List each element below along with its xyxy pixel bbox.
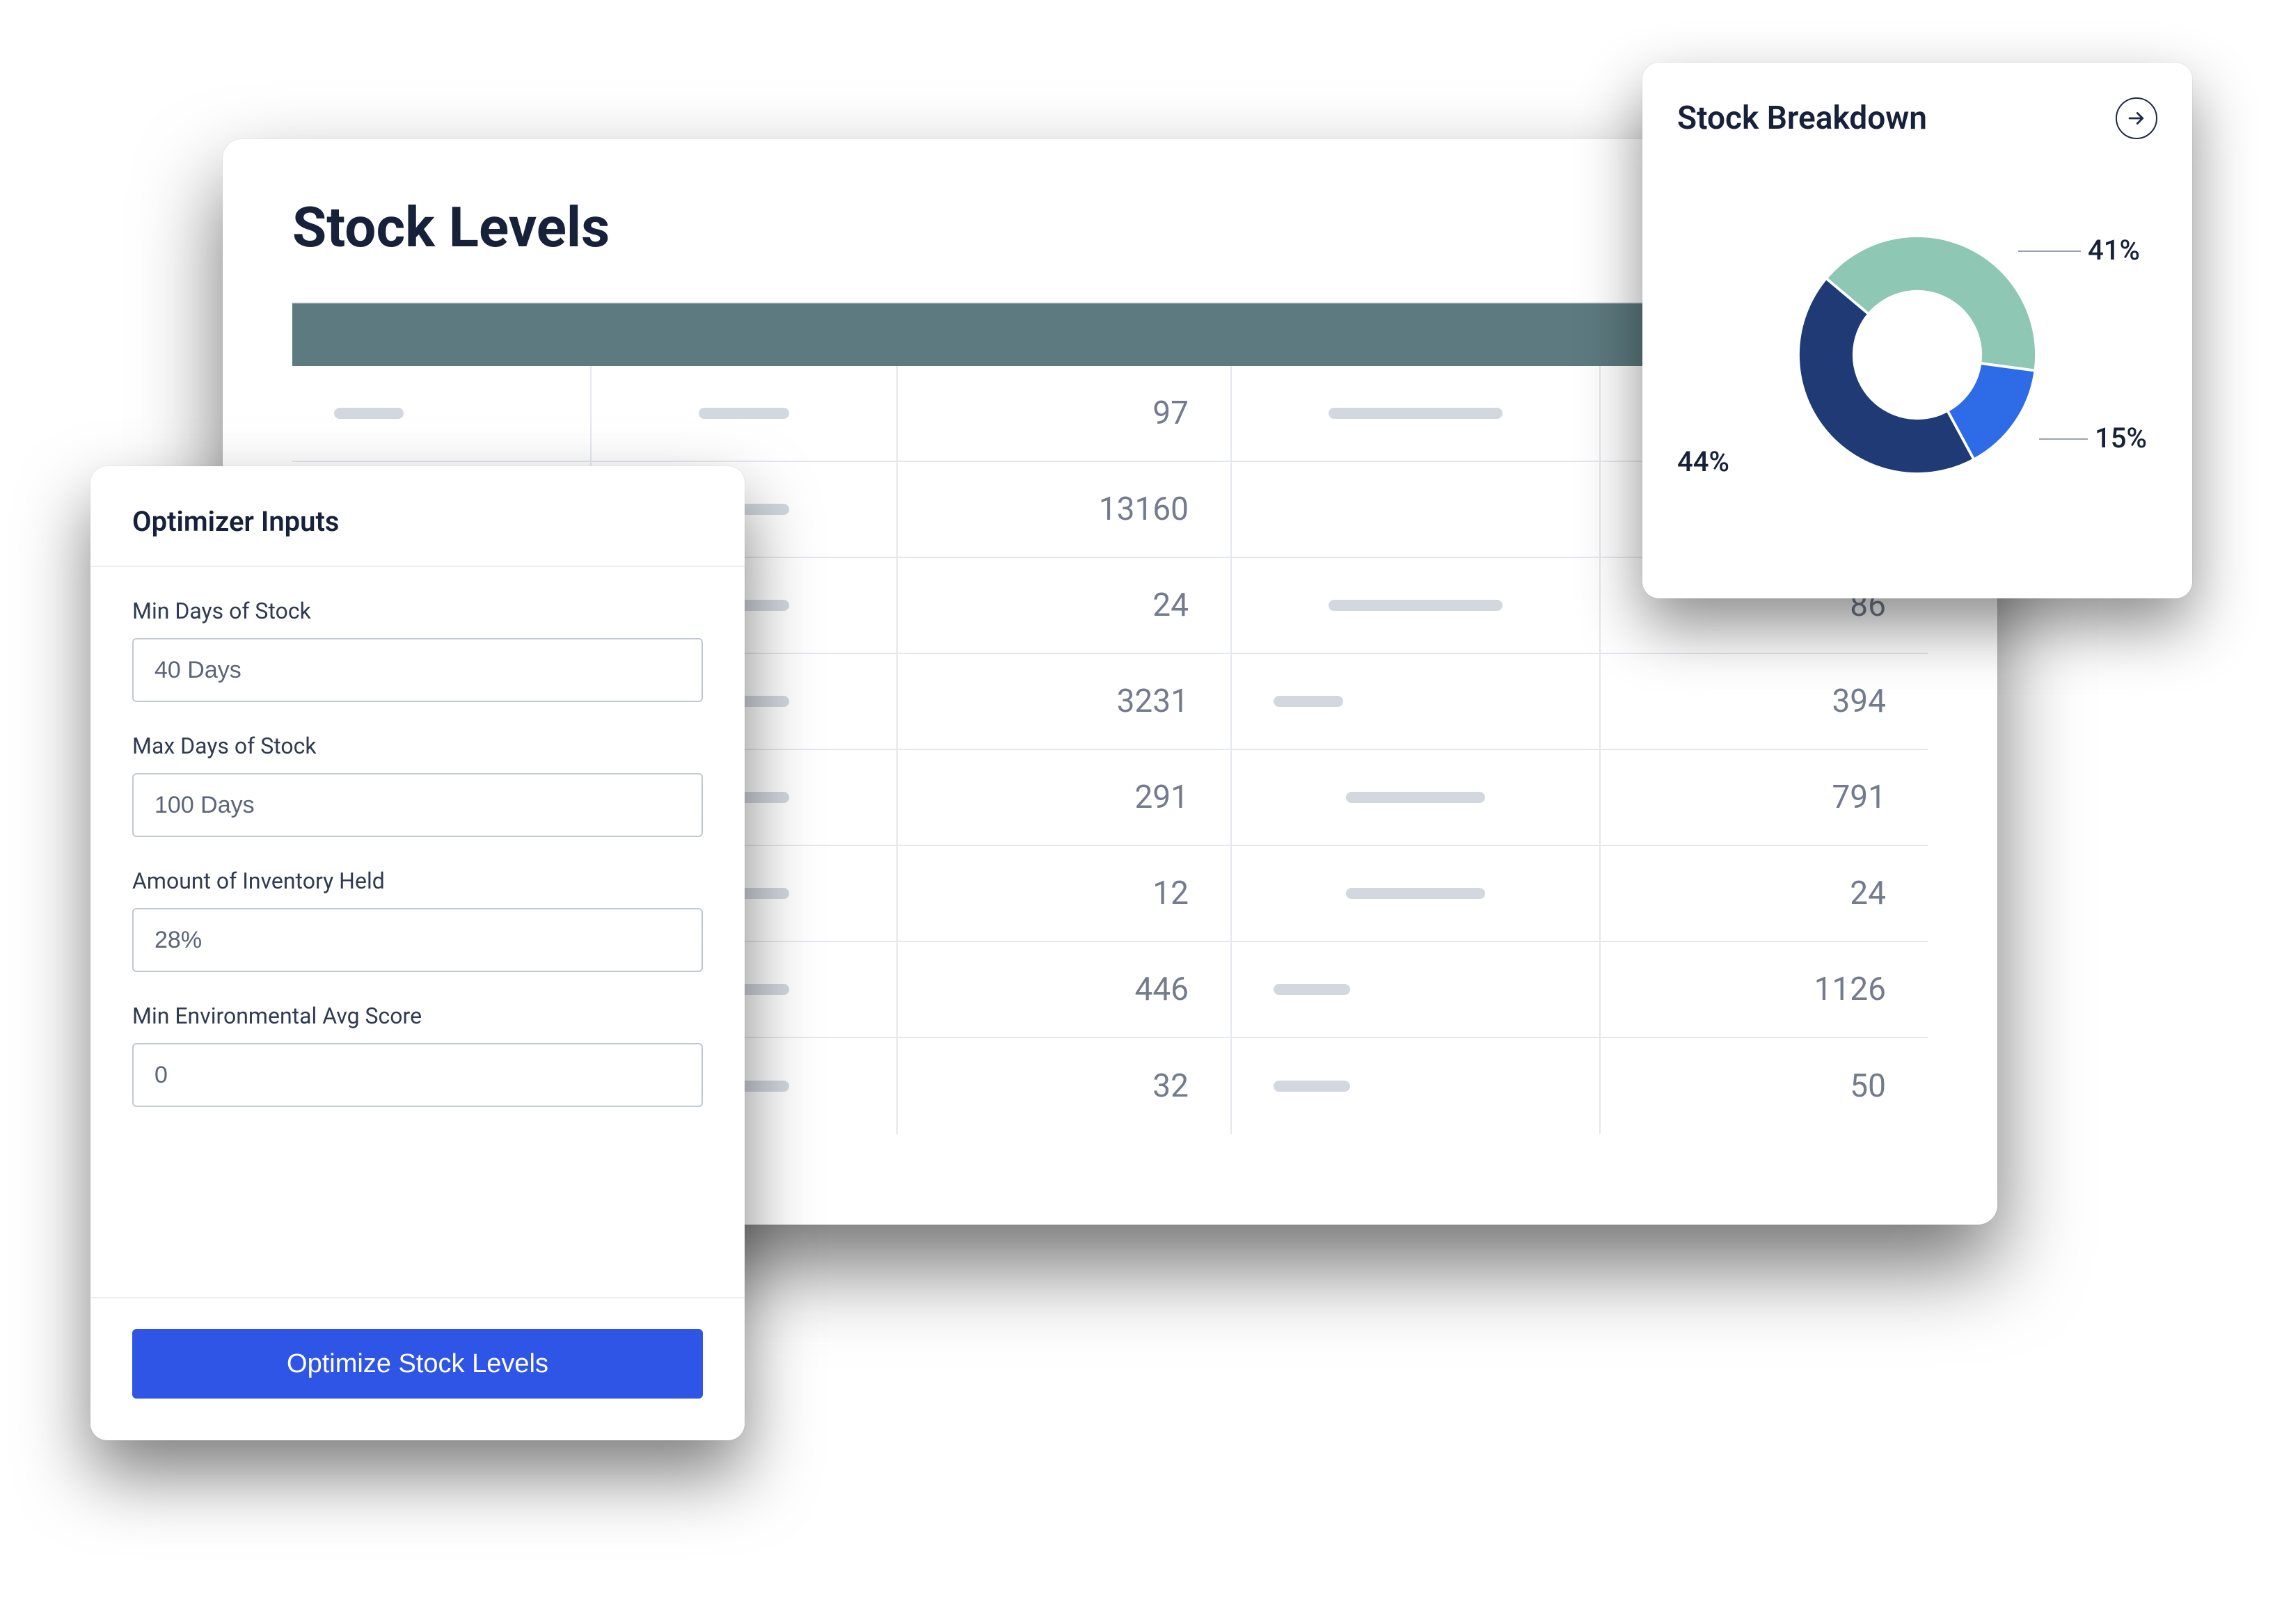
inventory-held-label: Amount of Inventory Held [132, 868, 703, 894]
table-cell-value: 24 [1152, 587, 1189, 624]
chart-label: 41% [2088, 234, 2140, 266]
table-cell-value: 50 [1850, 1067, 1886, 1105]
leader-line [2018, 250, 2081, 252]
breakdown-title: Stock Breakdown [1677, 99, 1927, 137]
min-days-input[interactable] [132, 638, 703, 702]
min-days-label: Min Days of Stock [132, 598, 703, 624]
inventory-held-input[interactable] [132, 908, 703, 972]
table-cell-value: 791 [1832, 779, 1886, 816]
table-cell-value: 12 [1152, 875, 1189, 912]
table-cell-value: 446 [1134, 971, 1189, 1008]
placeholder-cell [1274, 1081, 1350, 1092]
table-cell-value: 24 [1850, 875, 1886, 912]
table-cell-value: 13160 [1099, 491, 1189, 528]
env-score-input[interactable] [132, 1043, 703, 1107]
stock-breakdown-card: Stock Breakdown 41% 15% 44% [1642, 63, 2192, 598]
env-score-label: Min Environmental Avg Score [132, 1003, 703, 1029]
chart-label: 15% [2095, 422, 2147, 454]
placeholder-cell [1346, 792, 1485, 803]
placeholder-cell [1329, 600, 1503, 611]
chart-label: 44% [1677, 445, 1729, 478]
optimize-button[interactable]: Optimize Stock Levels [132, 1329, 703, 1399]
optimizer-inputs-card: Optimizer Inputs Min Days of Stock Max D… [90, 466, 745, 1440]
max-days-input[interactable] [132, 773, 703, 837]
table-cell-value: 291 [1134, 779, 1189, 816]
placeholder-cell [1274, 696, 1343, 707]
leader-line [2039, 438, 2088, 440]
placeholder-cell [334, 408, 404, 419]
table-cell-value: 3231 [1117, 683, 1189, 720]
table-cell-value: 1126 [1814, 971, 1886, 1008]
table-cell-value: 32 [1152, 1067, 1189, 1105]
placeholder-cell [1329, 408, 1503, 419]
placeholder-cell [1346, 888, 1485, 899]
placeholder-cell [699, 408, 789, 419]
arrow-right-icon[interactable] [2116, 97, 2157, 139]
table-cell-value: 394 [1832, 683, 1886, 720]
max-days-label: Max Days of Stock [132, 733, 703, 759]
optimizer-title: Optimizer Inputs [132, 505, 703, 538]
placeholder-cell [1274, 984, 1350, 995]
table-cell-value: 97 [1152, 395, 1189, 432]
donut-chart: 41% 15% 44% [1677, 160, 2157, 550]
